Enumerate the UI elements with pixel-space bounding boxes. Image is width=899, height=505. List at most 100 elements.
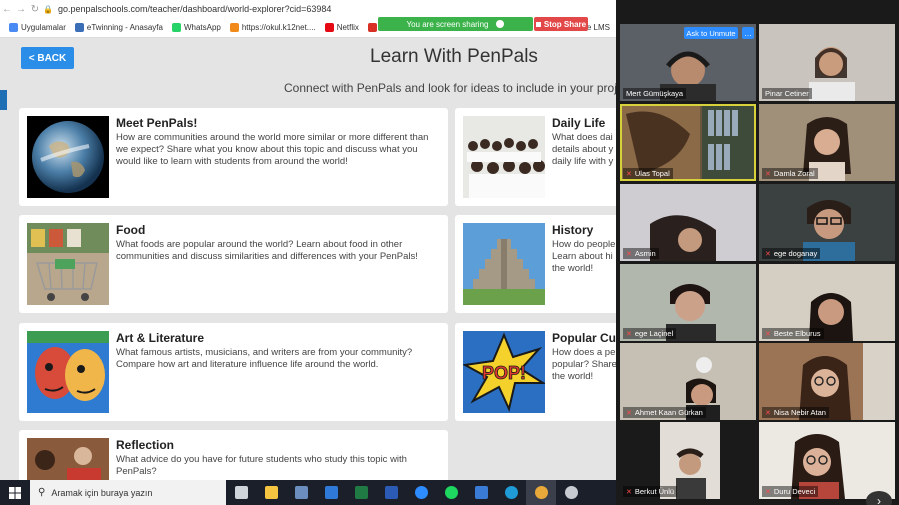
participant-name: ✕ Berkut Ünlü: [623, 486, 678, 497]
search-icon: ⚲: [38, 487, 46, 498]
sharing-shield-icon: [496, 20, 505, 28]
participant-tile[interactable]: ✕ Berkut Ünlü: [620, 422, 756, 499]
bookmark-etwinning[interactable]: eTwinning - Anasayfa: [74, 23, 163, 32]
participant-name: ✕ Asmin: [623, 248, 659, 259]
participant-tile[interactable]: ✕ Asmin: [620, 184, 756, 261]
art-painting-image: [27, 331, 109, 413]
screen: ← → ↻ 🔒 go.penpalschools.com/teacher/das…: [0, 0, 899, 505]
card-description: What famous artists, musicians, and writ…: [116, 347, 413, 370]
card-description: How do people Learn about hi the world!: [552, 239, 616, 274]
excel-icon[interactable]: [346, 480, 376, 505]
card-title: Daily Life: [552, 116, 606, 130]
page-title: Learn With PenPals: [370, 46, 538, 67]
store-icon[interactable]: [286, 480, 316, 505]
lock-icon: 🔒: [43, 4, 53, 14]
participant-tile-active-speaker[interactable]: ✕ Ulas Topal: [620, 104, 756, 181]
chrome-icon[interactable]: [526, 480, 556, 505]
muted-mic-icon: ✕: [626, 170, 632, 178]
participant-tile[interactable]: ✕ Damla Zoral: [759, 104, 895, 181]
card-title: Popular Cul: [552, 331, 616, 345]
search-placeholder: Aramak için buraya yazın: [51, 487, 153, 498]
bookmark-whatsapp[interactable]: WhatsApp: [171, 23, 221, 32]
mail-icon[interactable]: [316, 480, 346, 505]
participant-name: ✕ Beste Elburus: [762, 328, 824, 339]
participant-tile[interactable]: ✕ Ahmet Kaan Gürkan: [620, 343, 756, 420]
penpals-page: < BACK Learn With PenPals Connect with P…: [0, 38, 616, 480]
participant-name: ✕ Damla Zoral: [762, 168, 818, 179]
screen-sharing-banner[interactable]: You are screen sharing: [378, 17, 533, 31]
url-text[interactable]: go.penpalschools.com/teacher/dashboard/w…: [58, 4, 331, 14]
stop-share-button[interactable]: Stop Share: [534, 17, 588, 31]
participant-tile[interactable]: ✕ Nisa Nebir Atan: [759, 343, 895, 420]
participant-name: Mert Gümüşkaya: [623, 88, 687, 99]
bookmark-k12net[interactable]: https://okul.k12net....: [229, 23, 316, 32]
windows-logo-icon: [9, 486, 21, 499]
students-group-image: [463, 116, 545, 198]
etwinning-icon: [74, 23, 84, 32]
topic-card-art-literature[interactable]: Art & Literature What famous artists, mu…: [19, 323, 448, 421]
address-bar[interactable]: ← → ↻ 🔒 go.penpalschools.com/teacher/das…: [0, 0, 616, 18]
participant-tile[interactable]: ✕ ege Laçinel: [620, 264, 756, 341]
muted-mic-icon: ✕: [626, 250, 632, 258]
participant-name: ✕ Nisa Nebir Atan: [762, 407, 829, 418]
card-title: Art & Literature: [116, 331, 205, 345]
topic-card-food[interactable]: Food What foods are popular around the w…: [19, 215, 448, 313]
bookmark-netflix[interactable]: Netflix: [324, 23, 359, 32]
muted-mic-icon: ✕: [765, 250, 771, 258]
spotify-icon[interactable]: [436, 480, 466, 505]
participant-tile[interactable]: ✕ Beste Elburus: [759, 264, 895, 341]
topic-card-meet-penpals[interactable]: Meet PenPals! How are communities around…: [19, 108, 448, 206]
taskbar-search[interactable]: ⚲ Aramak için buraya yazın: [30, 480, 226, 505]
card-title: Meet PenPals!: [116, 116, 198, 130]
zoom-icon[interactable]: [406, 480, 436, 505]
card-title: Reflection: [116, 438, 175, 452]
participant-name: Pinar Cetiner: [762, 88, 812, 99]
back-button[interactable]: < BACK: [21, 47, 74, 69]
card-title: History: [552, 223, 594, 237]
earth-image: [27, 116, 109, 198]
card-description: What does dai details about y daily life…: [552, 132, 614, 167]
netflix-icon: [324, 23, 334, 32]
topic-card-history[interactable]: History How do people Learn about hi the…: [455, 215, 616, 313]
participant-tile[interactable]: ✕ ege doganay: [759, 184, 895, 261]
participant-name: ✕ ege doganay: [762, 248, 821, 259]
participant-tile[interactable]: ✕ Duru Deveci: [759, 422, 895, 499]
card-title: Food: [116, 223, 146, 237]
topic-card-popular-culture[interactable]: POP! Popular Cul How does a pe popular? …: [455, 323, 616, 421]
participant-name: ✕ Ahmet Kaan Gürkan: [623, 407, 706, 418]
browser-window: ← → ↻ 🔒 go.penpalschools.com/teacher/das…: [0, 0, 616, 480]
participant-tile[interactable]: Pinar Cetiner: [759, 24, 895, 101]
bookmark-lms[interactable]: e LMS: [587, 23, 610, 32]
windows-taskbar: ⚲ Aramak için buraya yazın: [0, 480, 616, 505]
pop-text: POP!: [482, 363, 526, 383]
muted-mic-icon: ✕: [626, 409, 632, 417]
grocery-cart-image: [27, 223, 109, 305]
next-page-arrow-icon[interactable]: ›: [866, 491, 892, 505]
whatsapp-icon: [171, 23, 181, 32]
forward-arrow-icon[interactable]: →: [14, 4, 28, 15]
muted-mic-icon: ✕: [765, 170, 771, 178]
file-explorer-icon[interactable]: [256, 480, 286, 505]
more-options-button[interactable]: …: [742, 27, 754, 39]
bookmark-apps[interactable]: Uygulamalar: [9, 23, 66, 32]
back-arrow-icon[interactable]: ←: [0, 4, 14, 15]
k12net-icon: [229, 23, 239, 32]
reload-icon[interactable]: ↻: [28, 4, 42, 15]
photos-icon[interactable]: [466, 480, 496, 505]
app-icon[interactable]: [556, 480, 586, 505]
word-icon[interactable]: [376, 480, 406, 505]
ask-to-unmute-button[interactable]: Ask to Unmute: [684, 27, 738, 39]
edge-icon[interactable]: [496, 480, 526, 505]
card-description: What advice do you have for future stude…: [116, 454, 407, 477]
reflection-image: [27, 438, 109, 480]
start-button[interactable]: [0, 480, 30, 505]
sidebar-edge: [0, 90, 7, 110]
stop-icon: [535, 21, 541, 27]
ya-icon: [367, 23, 377, 32]
participant-name: ✕ ege Laçinel: [623, 328, 677, 339]
topic-card-reflection[interactable]: Reflection What advice do you have for f…: [19, 430, 448, 480]
card-description: How does a pe popular? Share the world!: [552, 347, 616, 382]
pyramid-image: [463, 223, 545, 305]
task-view-icon[interactable]: [226, 480, 256, 505]
topic-card-daily-life[interactable]: Daily Life What does dai details about y…: [455, 108, 616, 206]
